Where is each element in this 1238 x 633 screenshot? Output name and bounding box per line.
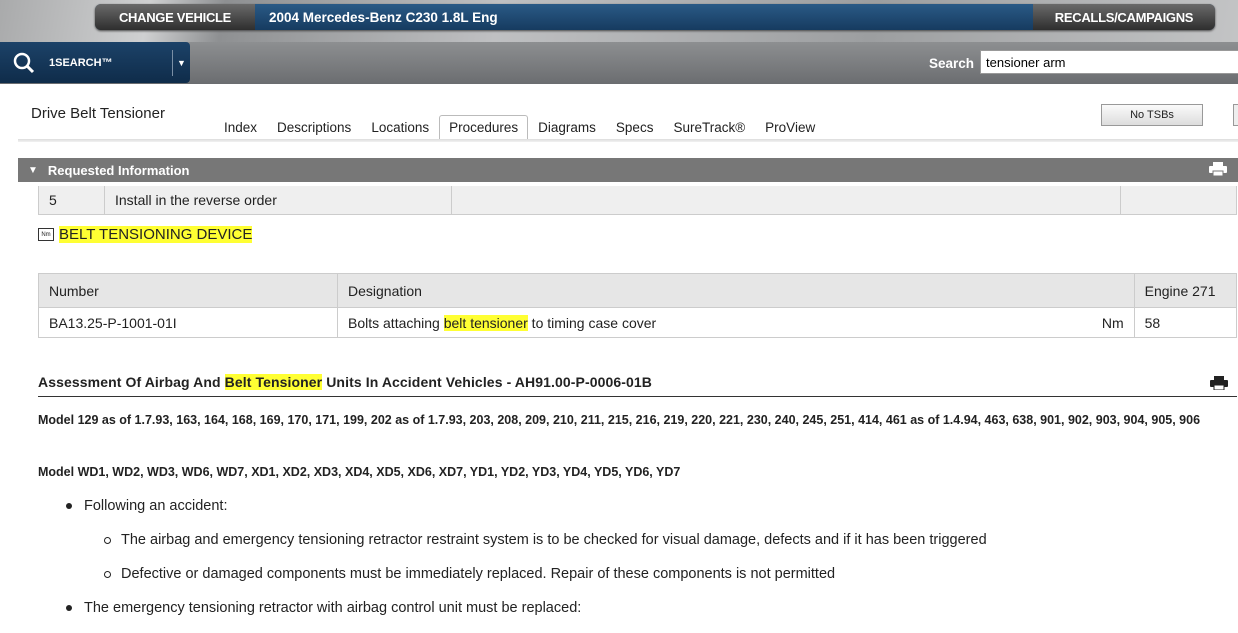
no-tsbs-button[interactable]: No TSBs xyxy=(1101,104,1203,126)
column-header: Engine 271 xyxy=(1133,273,1238,308)
tab-divider xyxy=(18,139,1238,142)
empty-cell xyxy=(451,186,1121,215)
designation-text: to timing case cover xyxy=(527,314,657,331)
list-item: Following an accident: xyxy=(66,498,227,514)
article-title: Assessment Of Airbag And Belt Tensioner … xyxy=(38,374,1237,397)
tab-index[interactable]: Index xyxy=(214,115,267,140)
extra-button[interactable] xyxy=(1233,104,1238,126)
tab-procedures[interactable]: Procedures xyxy=(439,115,529,140)
tab-bar: Index Descriptions Locations Procedures … xyxy=(214,115,825,140)
tab-locations[interactable]: Locations xyxy=(361,115,439,140)
model-list: Model 129 as of 1.7.93, 163, 164, 168, 1… xyxy=(38,413,1201,427)
step-number: 5 xyxy=(38,186,105,215)
column-header: Number xyxy=(38,273,338,308)
collapse-triangle-icon[interactable]: ▼ xyxy=(28,165,38,176)
designation-cell: Bolts attaching belt tensioner to timing… xyxy=(337,307,1075,338)
section-title: Requested Information xyxy=(47,162,190,178)
table-row: BA13.25-P-1001-01I Bolts attaching belt … xyxy=(38,307,1238,338)
onesearch-button[interactable]: 1SEARCH™ ▼ xyxy=(0,42,190,83)
list-text: The airbag and emergency tensioning retr… xyxy=(121,532,987,548)
tab-proview[interactable]: ProView xyxy=(755,115,825,140)
print-icon[interactable] xyxy=(1210,376,1228,390)
vehicle-name: 2004 Mercedes-Benz C230 1.8L Eng xyxy=(269,9,498,25)
table-header-row: Number Designation Engine 271 xyxy=(38,273,1238,308)
tab-specs[interactable]: Specs xyxy=(606,115,664,140)
list-item: The airbag and emergency tensioning retr… xyxy=(104,532,987,548)
step-text: Install in the reverse order xyxy=(104,186,452,215)
procedure-steps-table: 5 Install in the reverse order xyxy=(38,186,1237,215)
search-icon xyxy=(13,52,35,73)
bullet-icon xyxy=(104,536,111,544)
requested-information-header[interactable]: ▼ Requested Information xyxy=(18,158,1238,182)
list-text: Defective or damaged components must be … xyxy=(121,566,836,582)
highlight: Belt Tensioner xyxy=(224,374,323,390)
change-vehicle-button[interactable]: CHANGE VEHICLE xyxy=(95,4,255,30)
torque-heading-text[interactable]: BELT TENSIONING DEVICE xyxy=(59,226,253,243)
search-input[interactable] xyxy=(980,50,1238,74)
value-cell: 58 xyxy=(1133,307,1238,338)
list-text: The emergency tensioning retractor with … xyxy=(84,600,582,616)
model-list: Model WD1, WD2, WD3, WD6, WD7, XD1, XD2,… xyxy=(38,465,681,479)
unit-cell: Nm xyxy=(1074,307,1135,338)
torque-icon: Nm xyxy=(38,228,54,241)
list-item: Defective or damaged components must be … xyxy=(104,566,835,582)
torque-heading[interactable]: Nm BELT TENSIONING DEVICE xyxy=(38,226,253,243)
tab-descriptions[interactable]: Descriptions xyxy=(267,115,361,140)
number-cell: BA13.25-P-1001-01I xyxy=(38,307,338,338)
title-text: Units In Accident Vehicles - AH91.00-P-0… xyxy=(322,374,653,390)
title-text: Assessment Of Airbag And xyxy=(38,374,225,390)
onesearch-label: 1SEARCH™ xyxy=(49,56,113,69)
page-title: Drive Belt Tensioner xyxy=(31,105,165,122)
tab-diagrams[interactable]: Diagrams xyxy=(528,115,606,140)
print-icon[interactable] xyxy=(1209,162,1227,176)
column-header: Designation xyxy=(337,273,1135,308)
highlight: belt tensioner xyxy=(443,314,528,331)
bullet-icon xyxy=(104,570,111,578)
recalls-campaigns-button[interactable]: RECALLS/CAMPAIGNS xyxy=(1033,4,1215,30)
vehicle-bar: CHANGE VEHICLE 2004 Mercedes-Benz C230 1… xyxy=(95,4,1215,30)
torque-table: Number Designation Engine 271 BA13.25-P-… xyxy=(38,273,1238,338)
designation-text: Bolts attaching xyxy=(348,314,444,331)
chevron-down-icon[interactable]: ▼ xyxy=(172,50,190,76)
bullet-icon xyxy=(66,503,72,509)
list-text: Following an accident: xyxy=(84,498,228,514)
tab-suretrack[interactable]: SureTrack® xyxy=(663,115,755,140)
table-row: 5 Install in the reverse order xyxy=(38,186,1237,215)
bullet-icon xyxy=(66,605,72,611)
empty-cell xyxy=(1120,186,1237,215)
list-item: The emergency tensioning retractor with … xyxy=(66,600,581,616)
search-label: Search xyxy=(929,56,975,71)
